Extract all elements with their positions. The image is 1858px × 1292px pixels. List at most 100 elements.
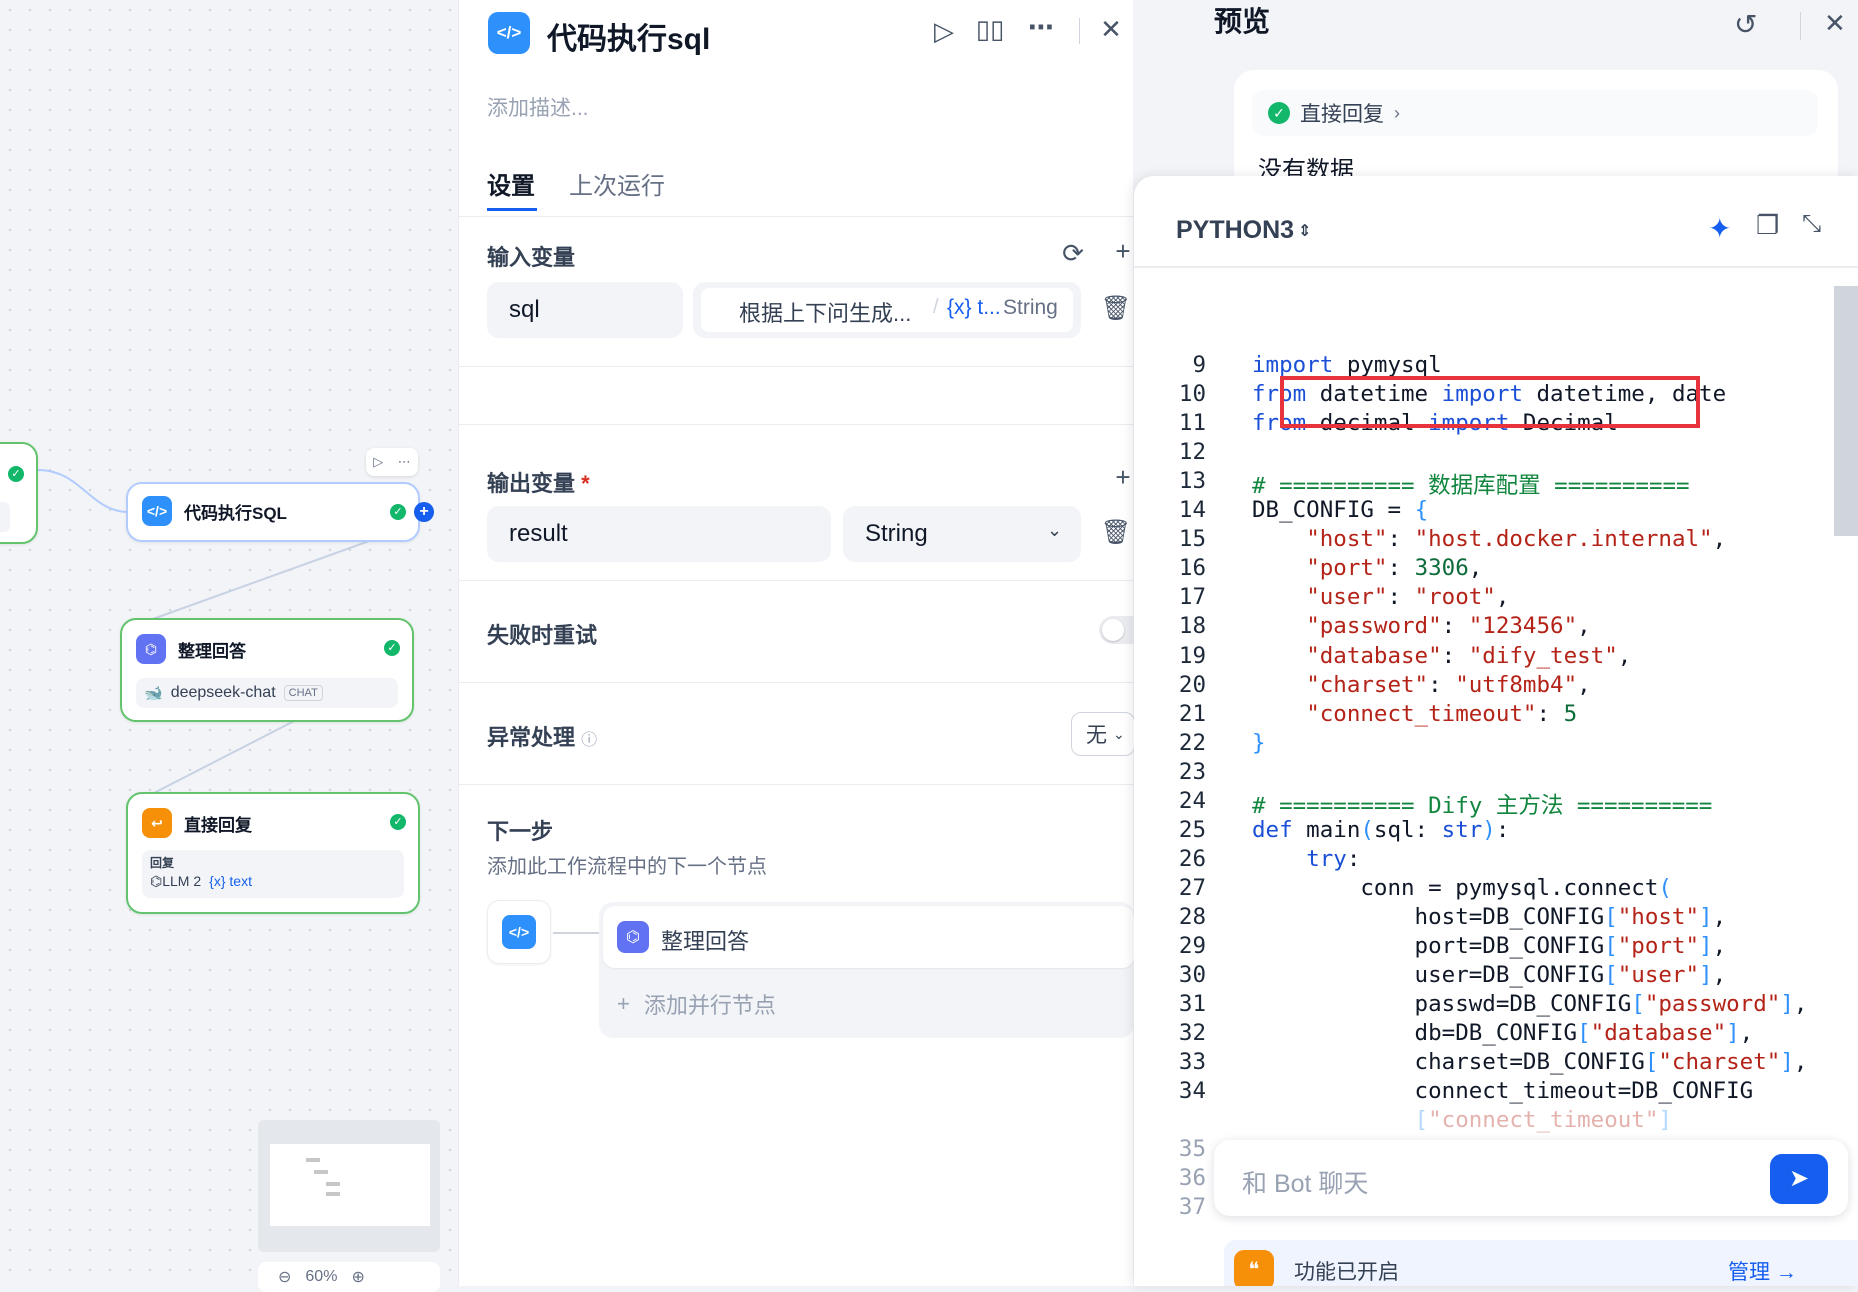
divider <box>459 580 1134 581</box>
code-line: import pymysql <box>1252 352 1442 378</box>
reply-label: 回复 <box>150 856 175 870</box>
line-number: 24 <box>1178 787 1206 814</box>
input-var-type: String <box>1003 296 1058 319</box>
line-number: 31 <box>1178 991 1206 1018</box>
divider <box>459 366 1134 367</box>
line-number: 13 <box>1178 468 1206 495</box>
reset-icon[interactable]: ↺ <box>1734 8 1757 41</box>
code-icon: </> <box>502 915 536 949</box>
zoom-level: 60% <box>305 1268 338 1285</box>
delete-output-icon[interactable]: 🗑 <box>1099 518 1133 547</box>
line-number: 17 <box>1178 584 1206 611</box>
input-vars-title: 输入变量 <box>487 245 576 270</box>
line-number: 36 <box>1178 1165 1206 1192</box>
success-icon: ✓ <box>1268 102 1290 124</box>
code-line: "database": "dify_test", <box>1306 642 1632 669</box>
reply-icon: ↩ <box>142 808 172 838</box>
close-icon[interactable]: ✕ <box>1095 14 1127 45</box>
feature-icon: ❝ <box>1234 1250 1274 1286</box>
code-line: def main(sql: str): <box>1252 816 1510 843</box>
next-node-group: ⌬ 整理回答 + 添加并行节点 <box>599 902 1134 1038</box>
llm-icon: ⌬ <box>617 921 649 953</box>
line-number: 11 <box>1178 410 1206 437</box>
refresh-icon[interactable]: ⟳ <box>1055 238 1091 269</box>
panel-title[interactable]: 代码执行sql <box>547 14 710 58</box>
more-icon[interactable]: ⋯ <box>398 454 411 470</box>
code-editor[interactable]: PYTHON3 ⇕ ✦ ❐ ⤡ 9 import pymysql 10 from dat… <box>1134 176 1858 1286</box>
code-line: db=DB_CONFIG["database"], <box>1252 1020 1754 1047</box>
canvas-node-llm[interactable]: ⌬ 整理回答 ✓ 🐋 deepseek-chat CHAT <box>120 618 414 722</box>
output-var-name[interactable]: result <box>487 506 831 562</box>
tabs-divider <box>459 216 1134 217</box>
add-input-icon[interactable]: + <box>1109 236 1137 267</box>
tab-settings[interactable]: 设置 <box>487 166 535 201</box>
line-number: 20 <box>1178 671 1206 698</box>
manage-link[interactable]: 管理 → <box>1728 1256 1797 1286</box>
more-icon[interactable]: ⋯ <box>1024 12 1058 43</box>
code-line: port=DB_CONFIG["port"], <box>1252 933 1727 959</box>
close-icon[interactable]: ✕ <box>1824 8 1846 39</box>
add-next-node-icon[interactable]: + <box>414 502 434 522</box>
input-var-value: 根据上下问生成... <box>739 301 912 326</box>
error-handling-title: 异常处理 ⓘ <box>487 720 597 752</box>
canvas-node-code[interactable]: </> 代码执行SQL ✓ + <box>126 482 434 542</box>
run-icon[interactable]: ▷ <box>927 16 961 47</box>
input-var-value-selector[interactable]: 根据上下问生成... / {x} t... String <box>693 282 1081 338</box>
minimap-viewport <box>270 1144 430 1226</box>
deepseek-icon: 🐋 <box>144 685 163 702</box>
var-name: text <box>229 873 252 889</box>
success-icon: ✓ <box>390 814 406 830</box>
description-input[interactable]: 添加描述... <box>487 92 589 122</box>
tab-last-run[interactable]: 上次运行 <box>569 166 665 201</box>
code-line: } <box>1252 729 1266 756</box>
plus-icon: + <box>617 991 630 1016</box>
next-step-description: 添加此工作流程中的下一个节点 <box>487 856 767 878</box>
output-var-name-text: result <box>509 520 568 547</box>
send-button[interactable]: ➤ <box>1770 1154 1828 1204</box>
zoom-out-icon[interactable]: ⊖ <box>278 1267 291 1287</box>
chevron-right-icon: › <box>1394 102 1400 123</box>
line-number: 25 <box>1178 816 1206 843</box>
zoom-control[interactable]: ⊖ 60% ⊕ <box>258 1262 440 1292</box>
next-node-item[interactable]: ⌬ 整理回答 <box>603 906 1134 968</box>
minimap[interactable] <box>258 1120 440 1252</box>
model-name: deepseek-chat <box>170 684 276 701</box>
workflow-canvas[interactable]: ✓ ▷ ⋯ </> 代码执行SQL ✓ + ⌬ 整理回答 ✓ 🐋 deepsee… <box>0 0 460 1292</box>
model-tag: CHAT <box>283 685 323 701</box>
run-node-icon[interactable]: ▷ <box>373 454 383 470</box>
feature-bar: ❝ 功能已开启 管理 → <box>1224 1240 1858 1286</box>
code-line: # ========== Dify 主方法 ========== <box>1252 792 1713 819</box>
add-parallel-node-button[interactable]: + 添加并行节点 <box>617 988 776 1020</box>
delete-input-icon[interactable]: 🗑 <box>1099 294 1133 323</box>
line-number: 9 <box>1192 352 1206 378</box>
chevron-down-icon: ⌄ <box>1047 520 1063 540</box>
reply-content: 回复 ⌬LLM 2 {x} text <box>142 850 404 898</box>
manage-label: 管理 <box>1728 1261 1770 1284</box>
add-output-icon[interactable]: + <box>1109 462 1137 493</box>
code-line: host=DB_CONFIG["host"], <box>1252 903 1727 930</box>
code-icon: </> <box>488 12 530 54</box>
chat-input[interactable]: 和 Bot 聊天 ➤ <box>1214 1140 1848 1216</box>
line-number: 16 <box>1178 555 1206 582</box>
line-number: 19 <box>1178 642 1206 669</box>
previous-node[interactable]: ✓ <box>0 442 38 544</box>
line-number: 26 <box>1178 845 1206 872</box>
node-settings-panel: </> 代码执行sql ▷ ▯▯ ⋯ ✕ 添加描述... 设置 上次运行 输入变… <box>458 0 1145 1286</box>
code-line: # ========== 数据库配置 ========== <box>1252 473 1690 500</box>
error-handling-select[interactable]: 无 ⌄ <box>1071 712 1135 756</box>
node-title: 整理回答 <box>178 641 246 661</box>
output-var-type-select[interactable]: String ⌄ <box>843 506 1081 562</box>
scrollbar-thumb[interactable] <box>1834 286 1858 536</box>
zoom-in-icon[interactable]: ⊕ <box>351 1267 364 1287</box>
line-number: 22 <box>1178 729 1206 756</box>
input-var-name[interactable]: sql <box>487 282 683 338</box>
line-number: 12 <box>1178 439 1206 466</box>
workflow-process-chip[interactable]: ✓ 直接回复 › <box>1252 90 1818 136</box>
canvas-node-reply[interactable]: ↩ 直接回复 ✓ 回复 ⌬LLM 2 {x} text <box>126 792 420 914</box>
docs-icon[interactable]: ▯▯ <box>973 14 1007 45</box>
node-title: 直接回复 <box>184 815 252 835</box>
help-icon[interactable]: ⓘ <box>581 732 597 749</box>
line-number: 10 <box>1178 381 1206 408</box>
error-label: 异常处理 <box>487 725 576 750</box>
line-number: 32 <box>1178 1020 1206 1047</box>
